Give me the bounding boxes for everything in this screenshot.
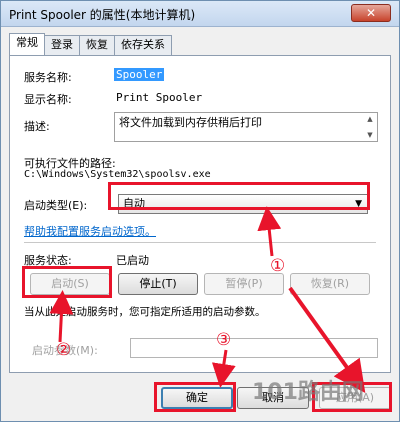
annotation-marker-1: ① xyxy=(270,256,286,276)
title-bar: Print Spooler 的属性(本地计算机) ✕ xyxy=(1,1,399,27)
service-name-value[interactable]: Spooler xyxy=(114,68,165,81)
startup-params-hint: 当从此处启动服务时，您可指定所适用的启动参数。 xyxy=(24,306,266,318)
close-button[interactable]: ✕ xyxy=(351,4,391,22)
general-tab-panel: 服务名称: Spooler 显示名称: Print Spooler 描述: 将文… xyxy=(9,55,391,373)
annotation-marker-2: ② xyxy=(56,340,72,360)
service-status-value: 已启动 xyxy=(116,254,149,267)
watermark: 101路由网 xyxy=(252,380,364,405)
startup-type-label: 启动类型(E): xyxy=(24,199,88,212)
window-title: Print Spooler 的属性(本地计算机) xyxy=(9,8,196,22)
display-name-value[interactable]: Print Spooler xyxy=(116,91,202,104)
annotation-box-startup-type xyxy=(108,182,370,210)
display-name-label: 显示名称: xyxy=(24,93,72,106)
tab-bar: 常规 登录 恢复 依存关系 xyxy=(9,33,172,55)
resume-button[interactable]: 恢复(R) xyxy=(290,273,370,295)
description-text: 将文件加载到内存供稍后打印 xyxy=(119,116,262,129)
exe-path-value[interactable]: C:\Windows\System32\spoolsv.exe xyxy=(24,169,211,180)
service-name-label: 服务名称: xyxy=(24,71,72,84)
startup-params-input[interactable] xyxy=(130,338,378,358)
description-label: 描述: xyxy=(24,120,50,133)
tab-logon[interactable]: 登录 xyxy=(44,35,80,55)
scroll-down-icon[interactable]: ▼ xyxy=(365,130,375,140)
tab-recovery[interactable]: 恢复 xyxy=(79,35,115,55)
annotation-box-ok xyxy=(154,382,236,412)
scroll-up-icon[interactable]: ▲ xyxy=(365,114,375,124)
annotation-box-start xyxy=(22,266,112,298)
description-box[interactable]: 将文件加载到内存供稍后打印 ▲ ▼ xyxy=(114,112,378,142)
annotation-marker-3: ③ xyxy=(216,330,232,350)
divider xyxy=(24,242,376,243)
pause-button[interactable]: 暂停(P) xyxy=(204,273,284,295)
tab-general[interactable]: 常规 xyxy=(9,33,45,55)
stop-button[interactable]: 停止(T) xyxy=(118,273,198,295)
tab-dependencies[interactable]: 依存关系 xyxy=(114,35,172,55)
help-configure-link[interactable]: 帮助我配置服务启动选项。 xyxy=(24,223,156,239)
